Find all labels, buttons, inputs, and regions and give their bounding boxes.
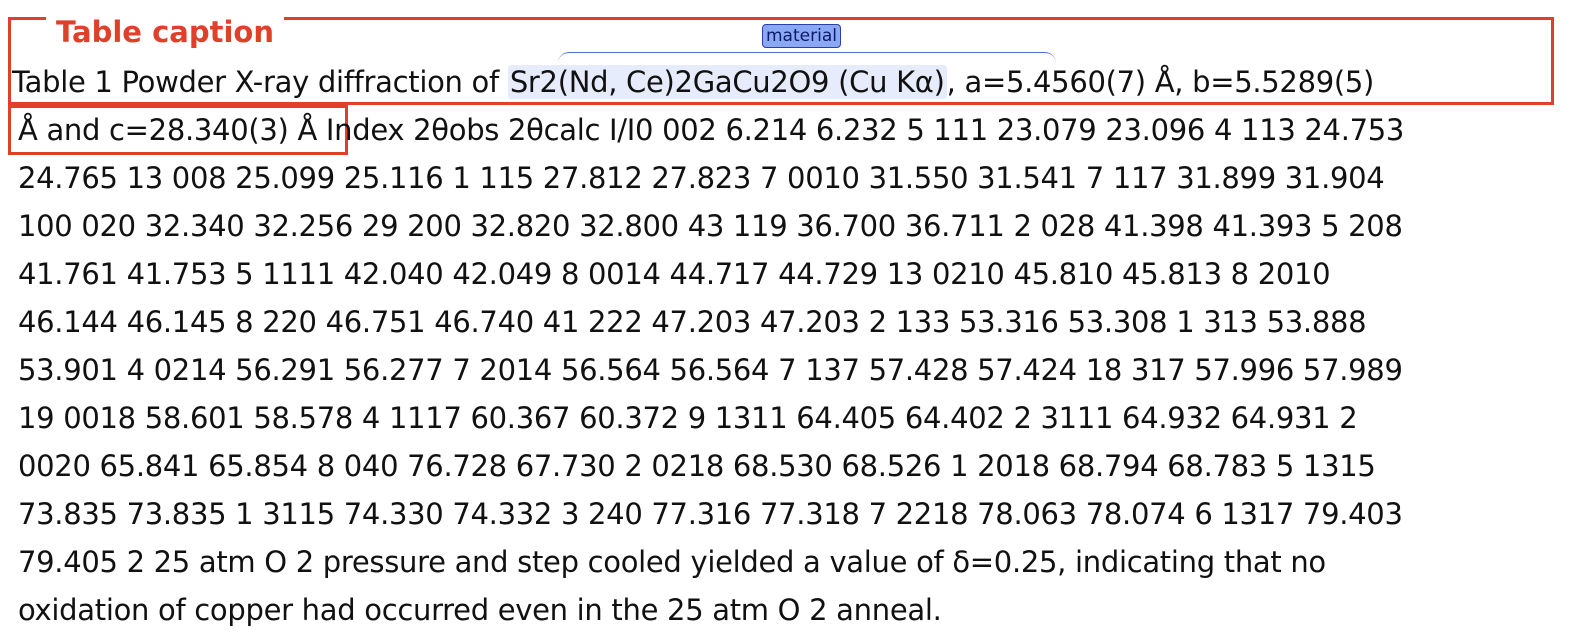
caption-text-start: Table 1 Powder X-ray diffraction of xyxy=(12,65,508,99)
text-line-10: 73.835 73.835 1 3115 74.330 74.332 3 240… xyxy=(18,497,1403,531)
text-line-6: 46.144 46.145 8 220 46.751 46.740 41 222… xyxy=(18,305,1367,339)
text-line-9: 0020 65.841 65.854 8 040 76.728 67.730 2… xyxy=(18,449,1376,483)
text-line-3: 24.765 13 008 25.099 25.116 1 115 27.812… xyxy=(18,161,1385,195)
text-line-1: Table 1 Powder X-ray diffraction of Sr2(… xyxy=(12,58,1568,106)
table-caption-label: Table caption xyxy=(46,12,284,52)
text-line-2: Å and c=28.340(3) Å Index 2θobs 2θcalc I… xyxy=(18,113,1405,147)
text-line-11: 79.405 2 25 atm O 2 pressure and step co… xyxy=(18,545,1326,579)
material-entity-tag[interactable]: material xyxy=(762,24,841,48)
caption-text-lattice: , a=5.4560(7) Å, b=5.5289(5) xyxy=(946,65,1375,99)
text-line-7: 53.901 4 0214 56.291 56.277 7 2014 56.56… xyxy=(18,353,1403,387)
text-line-5: 41.761 41.753 5 1111 42.040 42.049 8 001… xyxy=(18,257,1331,291)
material-entity-span[interactable]: Sr2(Nd, Ce)2GaCu2O9 (Cu Kα) xyxy=(507,65,947,99)
text-line-12: oxidation of copper had occurred even in… xyxy=(18,593,942,627)
document-text: Table 1 Powder X-ray diffraction of Sr2(… xyxy=(12,58,1568,634)
text-line-8: 19 0018 58.601 58.578 4 1117 60.367 60.3… xyxy=(18,401,1358,435)
text-line-4: 100 020 32.340 32.256 29 200 32.820 32.8… xyxy=(18,209,1403,243)
